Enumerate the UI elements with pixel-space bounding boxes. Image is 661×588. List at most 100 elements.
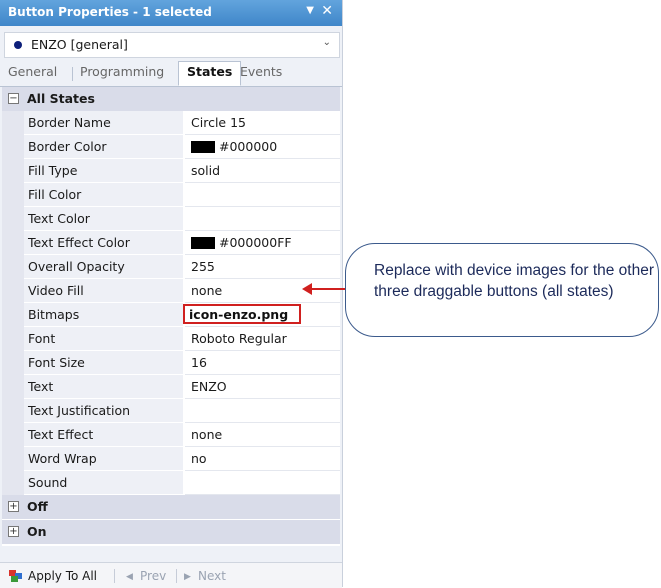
property-row-overall-opacity[interactable]: Overall Opacity 255 bbox=[2, 255, 340, 279]
property-row-video-fill[interactable]: Video Fill none bbox=[2, 279, 340, 303]
property-row-bitmaps[interactable]: Bitmaps icon-enzo.png bbox=[2, 303, 340, 327]
property-row-fill-color[interactable]: Fill Color bbox=[2, 183, 340, 207]
property-row-font-size[interactable]: Font Size 16 bbox=[2, 351, 340, 375]
property-name-label: Border Name bbox=[28, 115, 111, 130]
property-name-label: Font Size bbox=[28, 355, 85, 370]
tab-bar: General Programming States Events bbox=[0, 61, 342, 87]
property-value[interactable]: Roboto Regular bbox=[185, 327, 340, 351]
section-label: All States bbox=[27, 91, 95, 106]
section-all-states[interactable]: − All States bbox=[2, 87, 340, 111]
section-off[interactable]: + Off bbox=[2, 495, 340, 519]
row-gutter bbox=[2, 159, 24, 183]
property-row-border-color[interactable]: Border Color #000000 bbox=[2, 135, 340, 159]
property-value[interactable]: ENZO bbox=[185, 375, 340, 399]
tab-events[interactable]: Events bbox=[240, 64, 282, 79]
property-value[interactable] bbox=[185, 183, 340, 207]
panel-title-bar[interactable]: Button Properties - 1 selected ▼ ✕ bbox=[0, 0, 342, 26]
property-name: Word Wrap bbox=[24, 447, 183, 471]
property-name: Overall Opacity bbox=[24, 255, 183, 279]
row-gutter bbox=[2, 423, 24, 447]
row-gutter bbox=[2, 231, 24, 255]
close-icon[interactable]: ✕ bbox=[321, 3, 333, 19]
property-value[interactable]: solid bbox=[185, 159, 340, 183]
row-gutter bbox=[2, 183, 24, 207]
property-row-sound[interactable]: Sound bbox=[2, 471, 340, 495]
property-name: Font Size bbox=[24, 351, 183, 375]
tab-separator bbox=[72, 67, 73, 81]
property-value[interactable]: no bbox=[185, 447, 340, 471]
property-row-font[interactable]: Font Roboto Regular bbox=[2, 327, 340, 351]
property-name: Fill Type bbox=[24, 159, 183, 183]
property-name: Video Fill bbox=[24, 279, 183, 303]
prev-button[interactable]: Prev bbox=[140, 569, 166, 583]
property-name: Text Effect Color bbox=[24, 231, 183, 255]
property-value-text: none bbox=[191, 427, 223, 442]
callout-text: Replace with device images for the other… bbox=[374, 262, 655, 300]
property-value[interactable] bbox=[185, 471, 340, 495]
property-value[interactable]: #000000 bbox=[185, 135, 340, 159]
row-gutter bbox=[2, 447, 24, 471]
annotation-callout: Replace with device images for the other… bbox=[345, 243, 659, 337]
property-value[interactable] bbox=[185, 399, 340, 423]
toolbar-separator bbox=[114, 569, 115, 583]
color-swatch[interactable] bbox=[191, 237, 215, 249]
tab-general[interactable]: General bbox=[8, 64, 57, 79]
object-dot-icon bbox=[14, 41, 22, 49]
panel-title: Button Properties - 1 selected bbox=[8, 5, 212, 19]
property-value[interactable] bbox=[185, 207, 340, 231]
property-value[interactable]: Circle 15 bbox=[185, 111, 340, 135]
bottom-toolbar: Apply To All ◀ Prev ▶ Next bbox=[0, 562, 342, 588]
property-value-text: Roboto Regular bbox=[191, 331, 287, 346]
property-name-label: Text Justification bbox=[28, 403, 131, 418]
property-value-text: 255 bbox=[191, 259, 215, 274]
section-label: Off bbox=[27, 499, 48, 514]
property-row-text[interactable]: Text ENZO bbox=[2, 375, 340, 399]
property-row-fill-type[interactable]: Fill Type solid bbox=[2, 159, 340, 183]
tab-states[interactable]: States bbox=[178, 61, 242, 86]
apply-to-all-button[interactable]: Apply To All bbox=[28, 569, 97, 583]
callout-arrow-head bbox=[302, 283, 312, 295]
property-value-text: ENZO bbox=[191, 379, 227, 394]
property-row-word-wrap[interactable]: Word Wrap no bbox=[2, 447, 340, 471]
tab-programming[interactable]: Programming bbox=[80, 64, 164, 79]
section-on[interactable]: + On bbox=[2, 520, 340, 544]
property-name: Text bbox=[24, 375, 183, 399]
property-value[interactable]: 255 bbox=[185, 255, 340, 279]
object-selector-value: ENZO [general] bbox=[31, 37, 128, 52]
row-gutter bbox=[2, 375, 24, 399]
row-gutter bbox=[2, 327, 24, 351]
property-value-text: Circle 15 bbox=[191, 115, 246, 130]
row-gutter bbox=[2, 255, 24, 279]
panel-menu-dropdown-icon[interactable]: ▼ bbox=[306, 5, 314, 16]
property-value[interactable]: 16 bbox=[185, 351, 340, 375]
object-selector[interactable]: ENZO [general] ⌄ bbox=[4, 32, 340, 58]
property-name: Text Effect bbox=[24, 423, 183, 447]
property-row-text-effect[interactable]: Text Effect none bbox=[2, 423, 340, 447]
property-row-text-justification[interactable]: Text Justification bbox=[2, 399, 340, 423]
property-value-text: 16 bbox=[191, 355, 207, 370]
property-row-text-color[interactable]: Text Color bbox=[2, 207, 340, 231]
expand-icon[interactable]: + bbox=[8, 501, 19, 512]
row-gutter bbox=[2, 135, 24, 159]
property-row-border-name[interactable]: Border Name Circle 15 bbox=[2, 111, 340, 135]
color-swatch[interactable] bbox=[191, 141, 215, 153]
row-gutter bbox=[2, 207, 24, 231]
next-button[interactable]: Next bbox=[198, 569, 226, 583]
property-row-text-effect-color[interactable]: Text Effect Color #000000FF bbox=[2, 231, 340, 255]
chevron-down-icon[interactable]: ⌄ bbox=[323, 37, 331, 48]
property-name: Border Color bbox=[24, 135, 183, 159]
row-gutter bbox=[2, 351, 24, 375]
expand-icon[interactable]: + bbox=[8, 526, 19, 537]
collapse-icon[interactable]: − bbox=[8, 93, 19, 104]
property-value-text: icon-enzo.png bbox=[189, 307, 289, 322]
property-name-label: Font bbox=[28, 331, 56, 346]
property-value[interactable]: none bbox=[185, 279, 340, 303]
property-name: Fill Color bbox=[24, 183, 183, 207]
bitmaps-highlight-box[interactable]: icon-enzo.png bbox=[183, 304, 301, 324]
properties-panel: Button Properties - 1 selected ▼ ✕ ENZO … bbox=[0, 0, 343, 588]
property-value-text: none bbox=[191, 283, 223, 298]
toolbar-separator bbox=[176, 569, 177, 583]
property-value[interactable]: none bbox=[185, 423, 340, 447]
property-value[interactable]: #000000FF bbox=[185, 231, 340, 255]
section-label: On bbox=[27, 524, 47, 539]
